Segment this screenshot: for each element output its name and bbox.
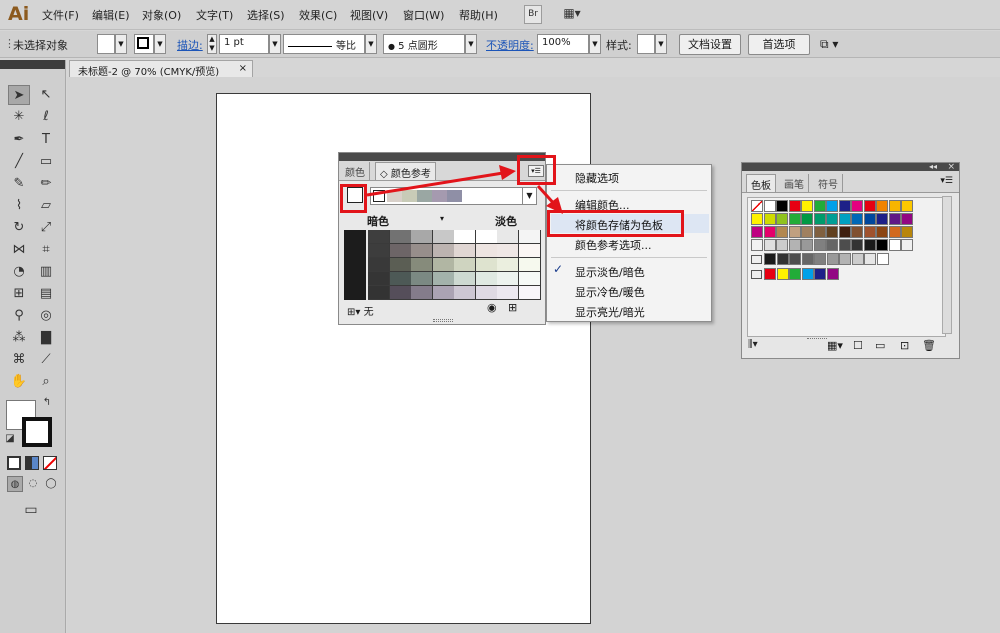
arrow-head xyxy=(499,165,516,180)
annotation-arrows xyxy=(366,165,563,214)
arrow-line xyxy=(366,171,504,197)
